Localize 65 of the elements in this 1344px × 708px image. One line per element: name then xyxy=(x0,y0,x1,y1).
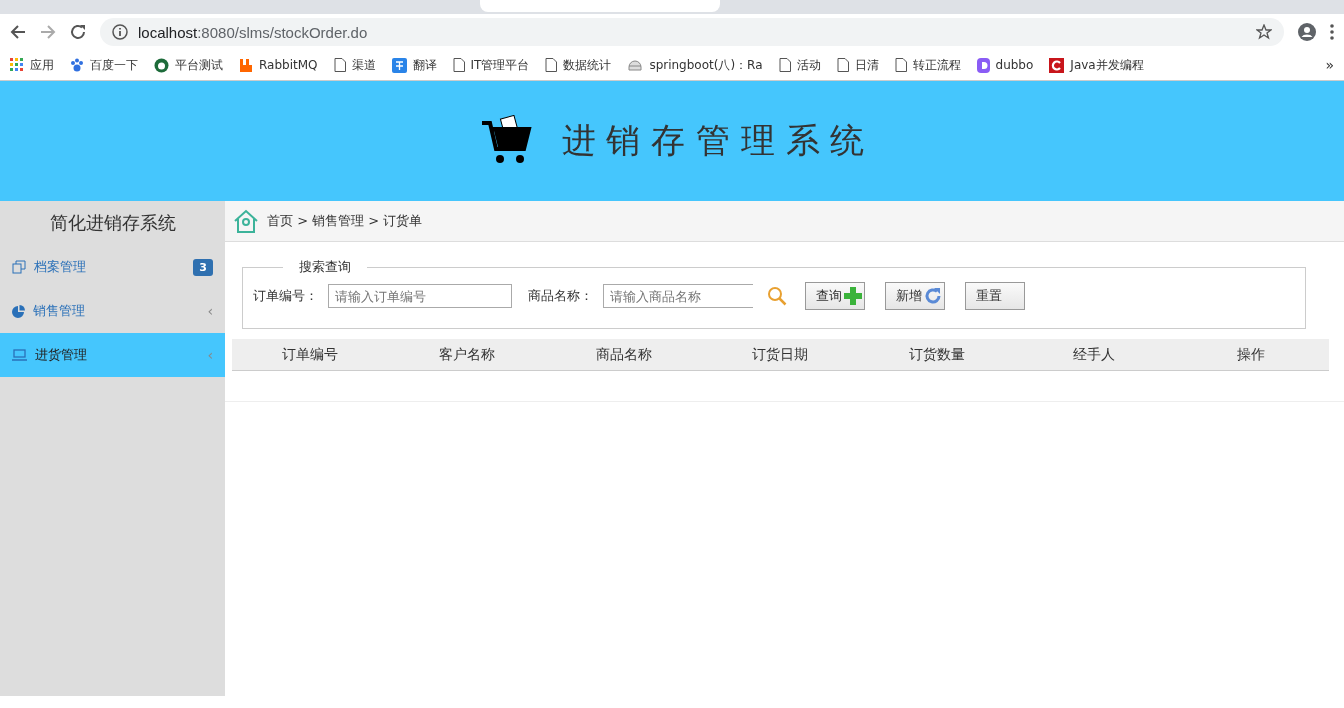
apps-icon xyxy=(10,58,24,72)
action-button[interactable]: 查询 xyxy=(805,282,865,310)
bookmark-link[interactable]: 渠道 xyxy=(333,56,376,74)
action-button[interactable]: 重置 xyxy=(965,282,1025,310)
system-title: 进 销 存 管 理 系 统 xyxy=(561,119,865,162)
sidebar-item[interactable]: 档案管理 3 xyxy=(0,245,225,289)
round-icon xyxy=(154,57,169,73)
back-icon[interactable] xyxy=(10,24,26,40)
paw-icon xyxy=(70,58,84,72)
chevron: ‹ xyxy=(207,303,213,319)
dubbo-icon xyxy=(976,57,990,73)
bookmark-link[interactable]: 数据统计 xyxy=(545,56,612,74)
page-icon xyxy=(836,58,849,72)
helmet-icon xyxy=(627,58,644,72)
rabbit-icon xyxy=(239,58,253,72)
input-field[interactable]: 请输入订单编号 xyxy=(328,284,512,308)
column-header: 客户名称 xyxy=(438,345,497,364)
bookmark-link[interactable]: 转正流程 xyxy=(894,56,961,74)
java-icon xyxy=(1049,57,1065,73)
translate-icon xyxy=(391,57,407,73)
bookmark-link[interactable]: 翻译 xyxy=(391,56,437,74)
star-icon[interactable] xyxy=(1256,24,1272,40)
chevron: ‹ xyxy=(207,347,213,363)
bookmark-link[interactable]: 平台测试 xyxy=(154,56,223,74)
page-icon xyxy=(545,58,558,72)
pie-chart-icon xyxy=(12,304,25,318)
sidebar-title: 简化进销存系统 xyxy=(48,211,177,235)
column-header: 订货日期 xyxy=(751,345,810,364)
page-icon xyxy=(333,58,346,72)
sidebar-item[interactable]: 进货管理 ‹ xyxy=(0,333,225,377)
column-header: 商品名称 xyxy=(594,345,653,364)
breadcrumb: 首页 > 销售管理 > 订货单 xyxy=(267,212,423,230)
bookmark-link[interactable]: 活动 xyxy=(778,56,821,74)
count-badge: 3 xyxy=(193,258,213,276)
field-label: 商品名称： xyxy=(528,287,593,305)
sidebar-item[interactable]: 销售管理 ‹ xyxy=(0,289,225,333)
bookmark-link[interactable]: 日清 xyxy=(836,56,879,74)
bookmark-link[interactable]: 百度一下 xyxy=(70,56,138,74)
bookmark-link[interactable]: Java并发编程 xyxy=(1049,56,1144,74)
panel-legend: 搜索查询 xyxy=(283,258,367,276)
page-icon xyxy=(452,58,465,72)
column-header: 订货数量 xyxy=(908,345,967,364)
menu-icon[interactable] xyxy=(1330,24,1334,40)
column-header: 订单编号 xyxy=(281,345,340,364)
copy-icon xyxy=(12,260,26,274)
reload-icon[interactable] xyxy=(70,24,86,40)
column-header: 操作 xyxy=(1235,345,1266,364)
bookmark-link[interactable]: dubbo xyxy=(976,57,1034,73)
plus-icon xyxy=(844,287,862,305)
page-icon xyxy=(894,58,907,72)
address-bar[interactable]: localhost:8080/slms/stockOrder.do xyxy=(100,18,1284,46)
bookmark-link[interactable]: RabbitMQ xyxy=(239,58,318,72)
search-field[interactable]: 请输入商品名称 xyxy=(603,284,753,308)
laptop-icon xyxy=(12,349,27,361)
field-label: 订单编号： xyxy=(253,287,318,305)
page-icon xyxy=(778,58,791,72)
bookmark-link[interactable]: springboot(八)：Ra xyxy=(627,56,763,74)
info-icon xyxy=(112,24,128,40)
bookmark-link[interactable]: 应用 xyxy=(10,56,54,74)
column-header: 经手人 xyxy=(1071,345,1116,364)
refresh-icon xyxy=(924,287,942,305)
bookmark-link[interactable]: IT管理平台 xyxy=(452,56,530,74)
action-button[interactable]: 新增 xyxy=(885,282,945,310)
account-icon[interactable] xyxy=(1298,23,1316,41)
overflow-chevron[interactable]: » xyxy=(1325,57,1334,73)
